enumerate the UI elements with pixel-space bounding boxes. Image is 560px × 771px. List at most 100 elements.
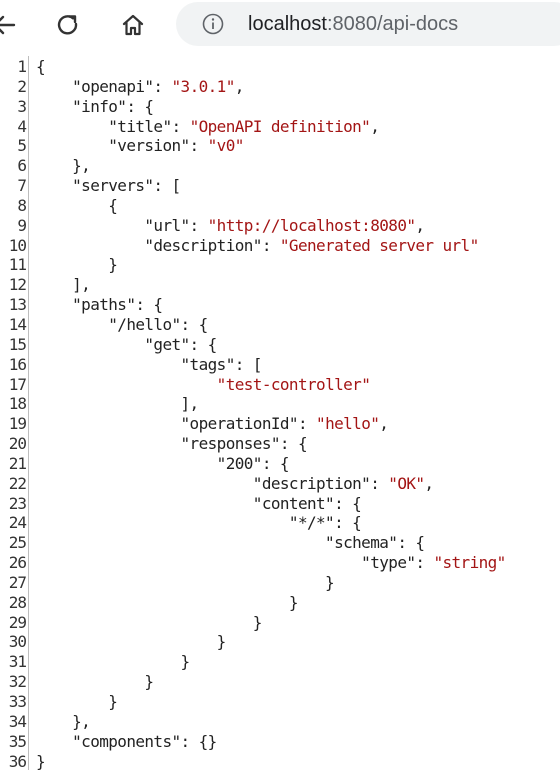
code-line: }, — [36, 156, 506, 176]
code-line: "paths": { — [36, 295, 506, 315]
code-text: } — [36, 692, 118, 711]
code-line: } — [36, 613, 506, 633]
line-number: 7 — [17, 176, 27, 196]
code-text: , — [424, 473, 434, 493]
back-arrow-icon — [0, 15, 16, 35]
line-number: 16 — [8, 354, 27, 374]
code-line: "servers": [ — [36, 176, 506, 196]
code-line: } — [36, 255, 506, 275]
line-number: 1 — [17, 57, 27, 76]
code-text: , — [370, 116, 380, 136]
code-line: } — [36, 573, 506, 593]
code-line: "openapi": "3.0.1", — [36, 77, 506, 97]
browser-toolbar: localhost:8080/api-docs — [0, 0, 560, 50]
code-text: "info": { — [36, 96, 154, 116]
line-number: 27 — [8, 572, 27, 592]
code-line: } — [36, 632, 506, 652]
code-line: }, — [36, 712, 506, 732]
address-bar[interactable]: localhost:8080/api-docs — [176, 2, 560, 46]
code-line: "info": { — [36, 97, 506, 117]
code-text: } — [36, 652, 191, 672]
code-line: "get": { — [36, 335, 506, 355]
code-line: "components": {} — [36, 732, 506, 752]
line-number: 33 — [8, 692, 27, 711]
back-button[interactable] — [0, 7, 22, 43]
line-number-gutter: 1 2 3 4 5 6 7 8 9 10 11 12 13 14 15 16 17 18 19 20 21 22 23 24 2… — [0, 57, 27, 771]
code-line: } — [36, 672, 506, 692]
string-value: "http://localhost:8080" — [207, 215, 416, 235]
line-number: 11 — [8, 255, 27, 275]
reload-button[interactable] — [50, 7, 86, 43]
code-text: } — [36, 572, 335, 592]
line-number: 20 — [8, 434, 27, 454]
code-text: "schema": { — [36, 533, 425, 553]
code-line: "description": "OK", — [36, 474, 506, 494]
code-text: "*/*": { — [36, 513, 362, 533]
code-line: "type": "string" — [36, 553, 506, 573]
line-number: 13 — [8, 295, 27, 315]
code-text: "/hello": { — [36, 314, 208, 334]
line-number: 6 — [17, 156, 27, 176]
code-text: ], — [36, 275, 91, 295]
line-number: 34 — [8, 711, 27, 731]
home-button[interactable] — [115, 7, 151, 43]
code-text: { — [36, 57, 46, 76]
line-number: 28 — [8, 592, 27, 612]
line-number: 35 — [8, 731, 27, 751]
string-value: "test-controller" — [216, 374, 371, 394]
code-text: "tags": [ — [36, 354, 263, 374]
string-value: "Generated server url" — [279, 235, 479, 255]
code-text: , — [234, 76, 245, 96]
url-text[interactable]: localhost:8080/api-docs — [248, 2, 458, 46]
code-text: "components": {} — [36, 731, 217, 751]
code-line: ], — [36, 394, 506, 414]
code-line: } — [36, 692, 506, 712]
reload-icon — [57, 15, 78, 35]
string-value: "OK" — [388, 473, 425, 493]
code-text: } — [36, 592, 299, 612]
line-number: 23 — [8, 493, 27, 513]
code-text: } — [36, 255, 118, 275]
code-line: "description": "Generated server url" — [36, 236, 506, 256]
line-number: 32 — [8, 672, 27, 692]
code-line: { — [36, 57, 506, 77]
code-line: } — [36, 652, 506, 672]
code-line: } — [36, 752, 506, 771]
code-text: } — [36, 632, 227, 652]
code-text: } — [36, 612, 263, 632]
code-text: , — [415, 215, 425, 235]
string-value: "v0" — [207, 136, 245, 156]
site-info-icon[interactable] — [202, 13, 224, 35]
home-icon — [122, 14, 144, 36]
code-text: { — [36, 195, 118, 215]
code-text: } — [36, 672, 154, 692]
line-number: 36 — [8, 751, 27, 771]
line-number: 14 — [8, 314, 27, 334]
code-line: "content": { — [36, 494, 506, 514]
line-number: 26 — [8, 553, 27, 573]
code-line: "url": "http://localhost:8080", — [36, 216, 506, 236]
code-text: "openapi": — [36, 76, 172, 96]
code-text: "type": — [36, 553, 434, 573]
line-number: 19 — [8, 414, 27, 434]
code-text: "version": — [36, 136, 208, 156]
code-text: "url": — [36, 215, 208, 235]
code-text: "content": { — [36, 493, 362, 513]
string-value: "string" — [433, 553, 506, 573]
code-line: "responses": { — [36, 434, 506, 454]
line-number: 3 — [17, 96, 27, 116]
code-text: "get": { — [36, 334, 217, 354]
json-code-view: { "openapi": "3.0.1", "info": { "title":… — [36, 57, 506, 771]
code-text: "200": { — [36, 453, 290, 473]
code-line: "test-controller" — [36, 375, 506, 395]
code-text: "description": — [36, 235, 280, 255]
code-text: "servers": [ — [36, 176, 181, 196]
code-text: }, — [36, 711, 91, 731]
gutter-separator — [28, 56, 29, 770]
code-text: "paths": { — [36, 295, 163, 315]
line-number: 8 — [17, 195, 27, 215]
code-text: } — [36, 751, 46, 771]
code-line: "operationId": "hello", — [36, 414, 506, 434]
line-number: 31 — [8, 652, 27, 672]
